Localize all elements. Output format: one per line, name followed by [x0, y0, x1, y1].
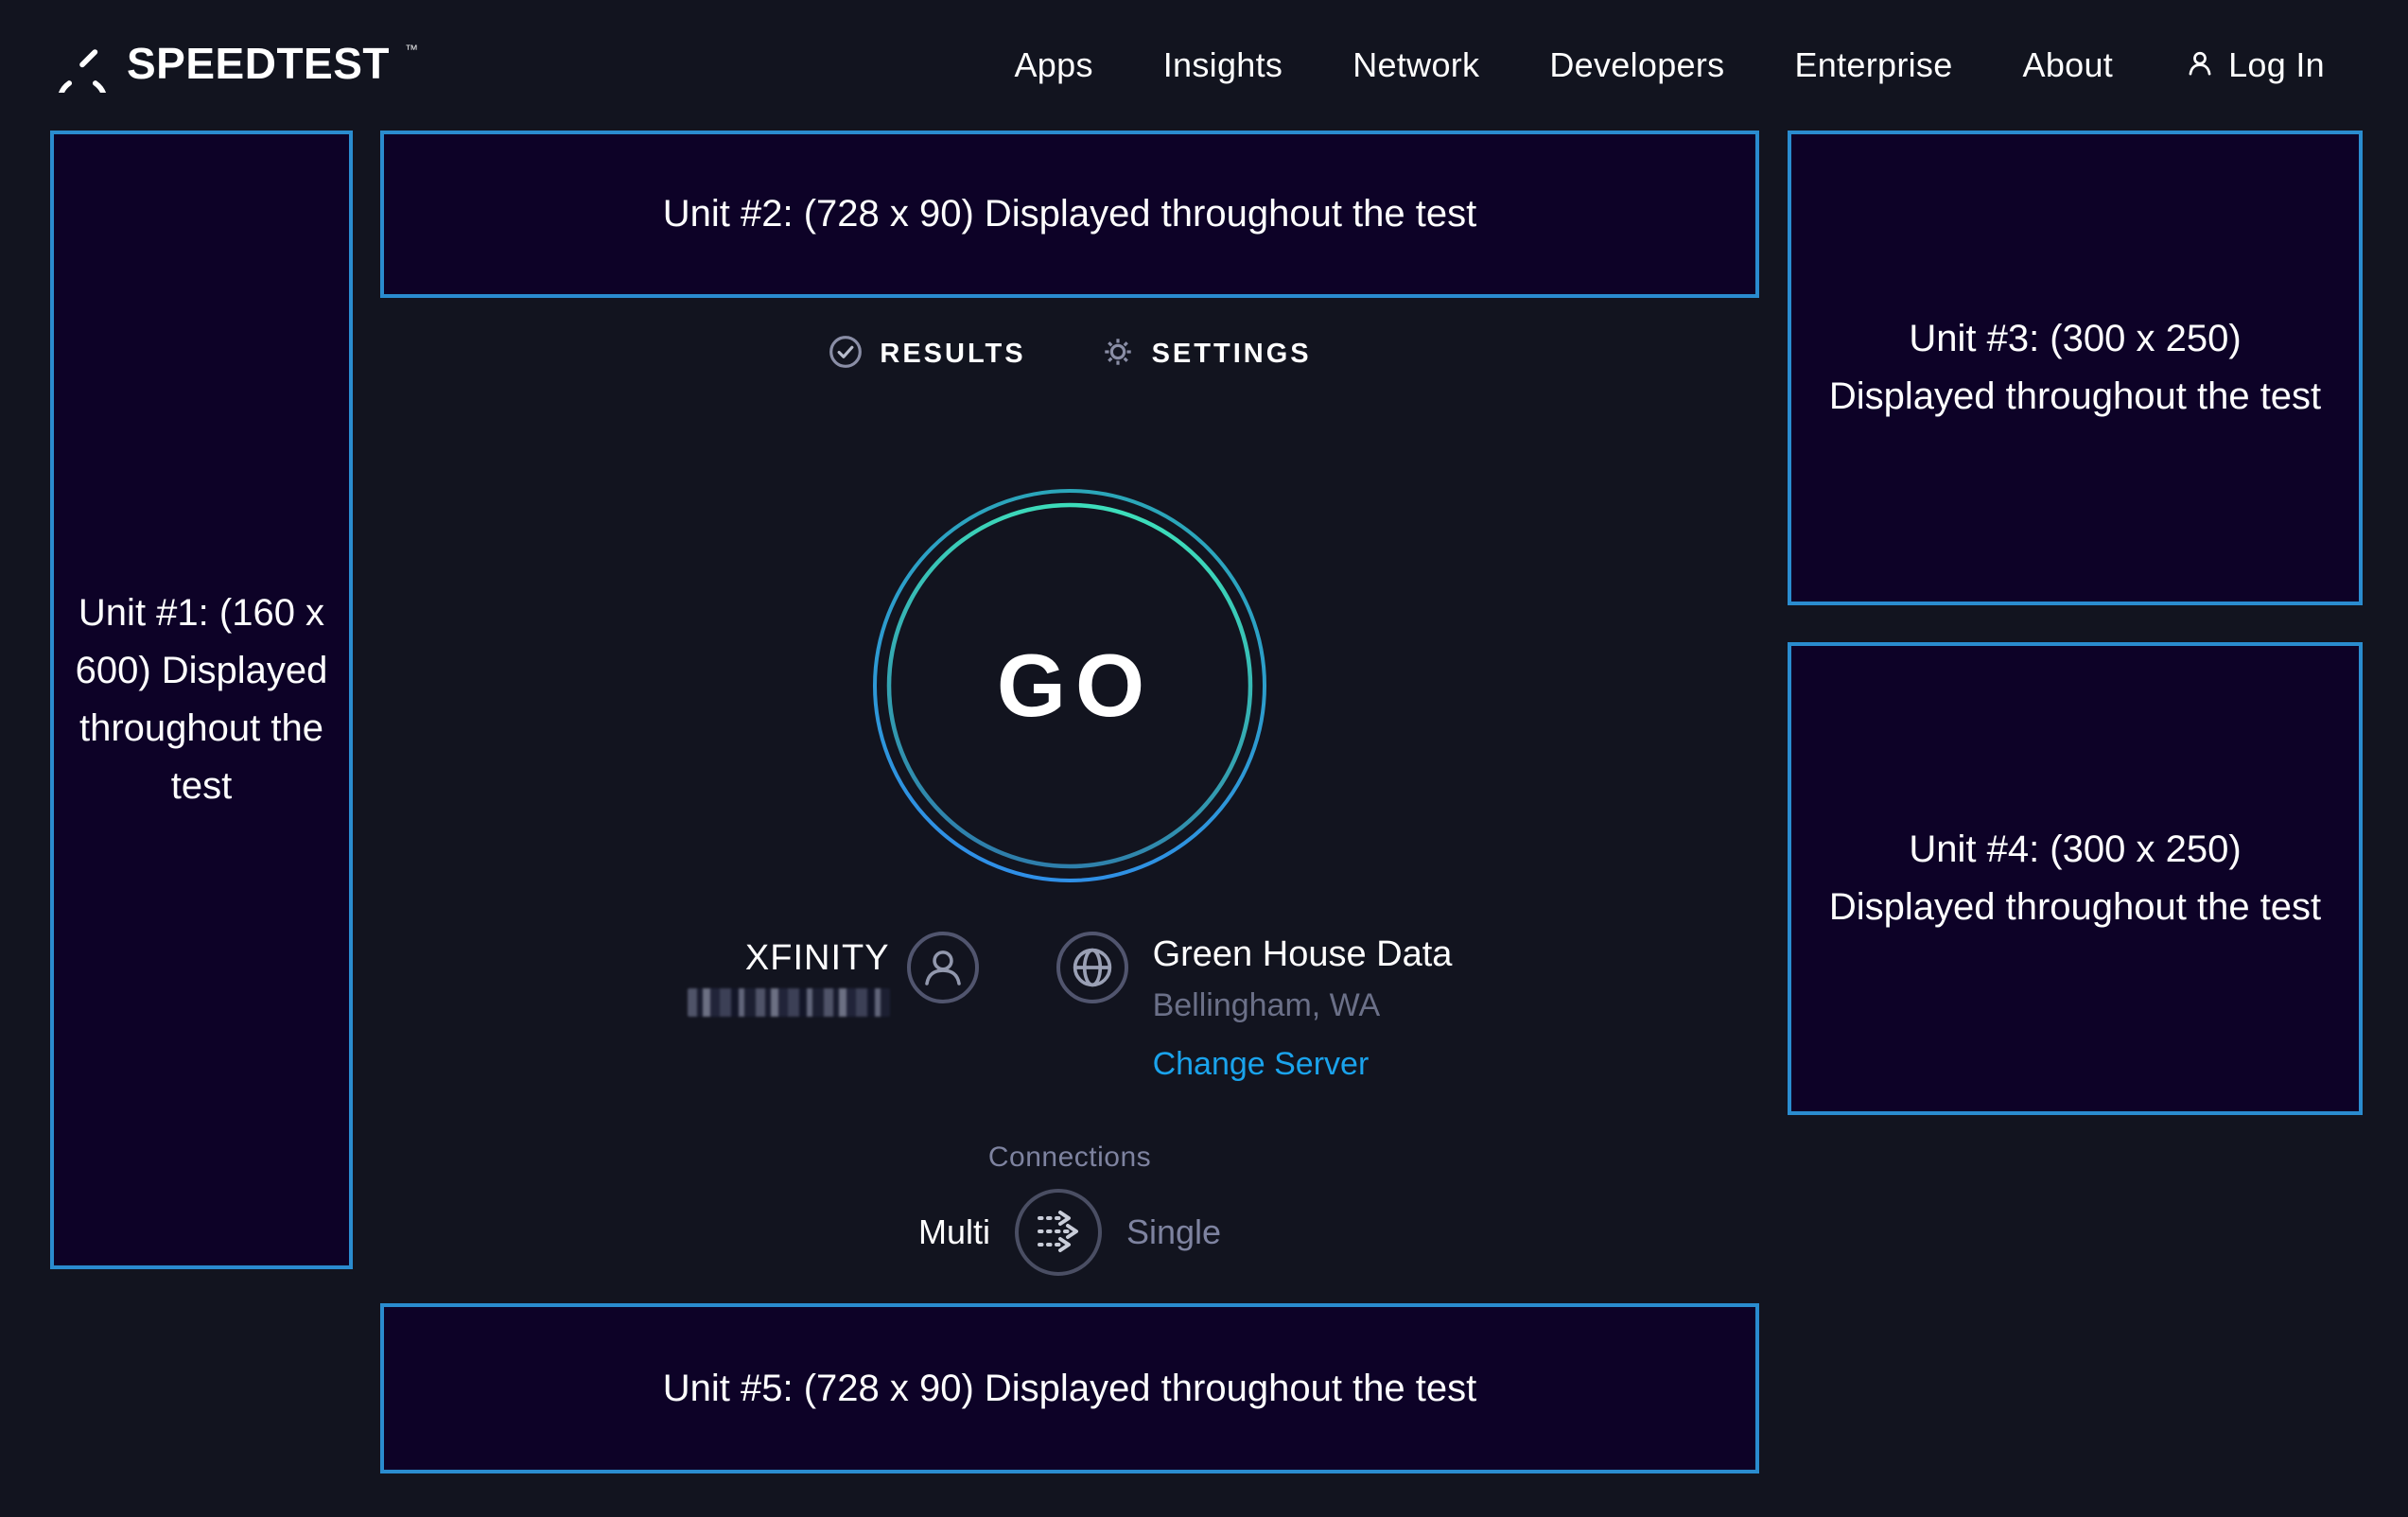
ad-unit-5-leaderboard: Unit #5: (728 x 90) Displayed throughout…: [380, 1303, 1759, 1473]
top-nav-bar: SPEEDTEST ™ Apps Insights Network Develo…: [0, 0, 2408, 131]
person-icon: [2183, 46, 2217, 85]
isp-person-icon: [907, 932, 979, 1003]
connections-label: Connections: [988, 1142, 1151, 1174]
tab-results-label: RESULTS: [880, 339, 1025, 370]
go-button[interactable]: GO: [871, 487, 1268, 884]
isp-server-row: XFINITY Green House Data Belling: [688, 932, 1453, 1083]
isp-name[interactable]: XFINITY: [745, 937, 890, 979]
gear-icon: [1100, 334, 1136, 375]
tab-settings-label: SETTINGS: [1152, 339, 1312, 370]
isp-block: XFINITY: [688, 932, 979, 1017]
logo-trademark: ™: [405, 42, 418, 57]
login-button[interactable]: Log In: [2183, 45, 2325, 85]
ad-unit-1-text: Unit #1: (160 x 600) Displayed throughou…: [71, 584, 332, 814]
connections-toggle-row: Multi Single: [918, 1189, 1221, 1276]
ad-unit-1-skyscraper: Unit #1: (160 x 600) Displayed throughou…: [50, 131, 353, 1269]
globe-icon: [1056, 932, 1128, 1003]
results-settings-tabs: RESULTS SETTINGS: [828, 332, 1311, 375]
ad-unit-5-text: Unit #5: (728 x 90) Displayed throughout…: [663, 1360, 1477, 1418]
server-location: Bellingham, WA: [1153, 986, 1381, 1024]
change-server-link[interactable]: Change Server: [1153, 1045, 1370, 1083]
speedtest-main-panel: RESULTS SETTINGS: [380, 298, 1759, 1276]
ad-unit-4-rectangle: Unit #4: (300 x 250) Displayed throughou…: [1788, 642, 2363, 1115]
nav-item-about[interactable]: About: [2023, 45, 2114, 85]
ad-unit-2-text: Unit #2: (728 x 90) Displayed throughout…: [663, 185, 1477, 243]
ad-unit-3-rectangle: Unit #3: (300 x 250) Displayed throughou…: [1788, 131, 2363, 605]
redacted-ip-block: [688, 988, 890, 1017]
multi-arrows-icon: [1019, 1191, 1098, 1275]
server-name: Green House Data: [1153, 933, 1453, 975]
nav-item-insights[interactable]: Insights: [1163, 45, 1283, 85]
nav-item-enterprise[interactable]: Enterprise: [1794, 45, 1952, 85]
ad-unit-3-text: Unit #3: (300 x 250) Displayed throughou…: [1825, 310, 2325, 426]
connections-toggle-button[interactable]: [1015, 1189, 1102, 1276]
go-button-label: GO: [871, 487, 1268, 884]
speedtest-logo[interactable]: SPEEDTEST ™: [53, 34, 418, 97]
server-block: Green House Data Bellingham, WA Change S…: [1056, 932, 1453, 1083]
speedtest-gauge-icon: [53, 34, 112, 97]
logo-wordmark: SPEEDTEST: [127, 34, 390, 93]
nav-item-network[interactable]: Network: [1352, 45, 1479, 85]
ad-unit-4-text: Unit #4: (300 x 250) Displayed throughou…: [1825, 821, 2325, 936]
nav-item-developers[interactable]: Developers: [1549, 45, 1724, 85]
ad-unit-2-leaderboard: Unit #2: (728 x 90) Displayed throughout…: [380, 131, 1759, 298]
nav-item-apps[interactable]: Apps: [1014, 45, 1092, 85]
connections-single-option[interactable]: Single: [1126, 1212, 1221, 1252]
check-circle-icon: [828, 334, 864, 375]
tab-settings[interactable]: SETTINGS: [1100, 334, 1312, 375]
tab-results[interactable]: RESULTS: [828, 334, 1025, 375]
connections-multi-option[interactable]: Multi: [918, 1212, 990, 1252]
login-label: Log In: [2228, 45, 2325, 85]
main-nav: Apps Insights Network Developers Enterpr…: [1014, 45, 2325, 85]
